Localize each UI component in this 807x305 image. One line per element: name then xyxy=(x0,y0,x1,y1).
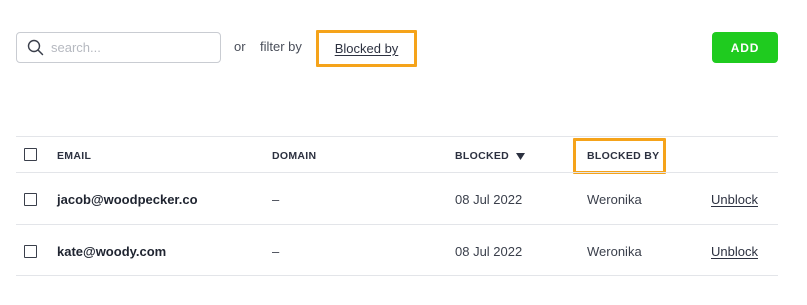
table-header-row: EMAIL DOMAIN BLOCKED BLOCKED BY xyxy=(16,136,778,174)
domain-cell: – xyxy=(272,192,280,207)
table-row: kate@woody.com – 08 Jul 2022 Weronika Un… xyxy=(16,224,778,276)
column-header-blocked[interactable]: BLOCKED xyxy=(455,150,526,162)
blocked-date-cell: 08 Jul 2022 xyxy=(455,192,523,207)
blocklist-page: or filter by Blocked by ADD EMAIL DOMAIN… xyxy=(0,0,807,305)
column-header-email: EMAIL xyxy=(57,150,92,162)
unblock-link[interactable]: Unblock xyxy=(711,192,758,207)
sort-down-icon xyxy=(516,152,526,160)
filter-blocked-by-label: Blocked by xyxy=(334,41,399,56)
unblock-link[interactable]: Unblock xyxy=(711,244,758,259)
blocked-date-cell: 08 Jul 2022 xyxy=(455,244,523,259)
row-checkbox[interactable] xyxy=(24,245,37,258)
column-header-blocked-by[interactable]: BLOCKED BY xyxy=(573,138,666,174)
column-header-blocked-by-label: BLOCKED BY xyxy=(587,150,660,162)
or-label: or xyxy=(234,39,246,54)
filter-blocked-by-button[interactable]: Blocked by xyxy=(316,30,417,67)
email-cell: kate@woody.com xyxy=(57,244,167,259)
table-row: jacob@woodpecker.co – 08 Jul 2022 Weroni… xyxy=(16,172,778,224)
domain-cell: – xyxy=(272,244,280,259)
search-icon xyxy=(27,39,44,56)
filter-by-label: filter by xyxy=(260,39,302,54)
blocked-by-cell: Weronika xyxy=(587,192,642,207)
email-cell: jacob@woodpecker.co xyxy=(57,192,198,207)
column-header-domain: DOMAIN xyxy=(272,150,317,162)
blocked-by-cell: Weronika xyxy=(587,244,642,259)
column-header-blocked-label: BLOCKED xyxy=(455,150,510,162)
search-box[interactable] xyxy=(16,32,221,63)
row-checkbox[interactable] xyxy=(24,193,37,206)
search-input[interactable] xyxy=(51,33,211,62)
blocklist-table: EMAIL DOMAIN BLOCKED BLOCKED BY jacob@wo… xyxy=(16,136,778,276)
add-button[interactable]: ADD xyxy=(712,32,778,63)
select-all-checkbox[interactable] xyxy=(24,148,37,161)
